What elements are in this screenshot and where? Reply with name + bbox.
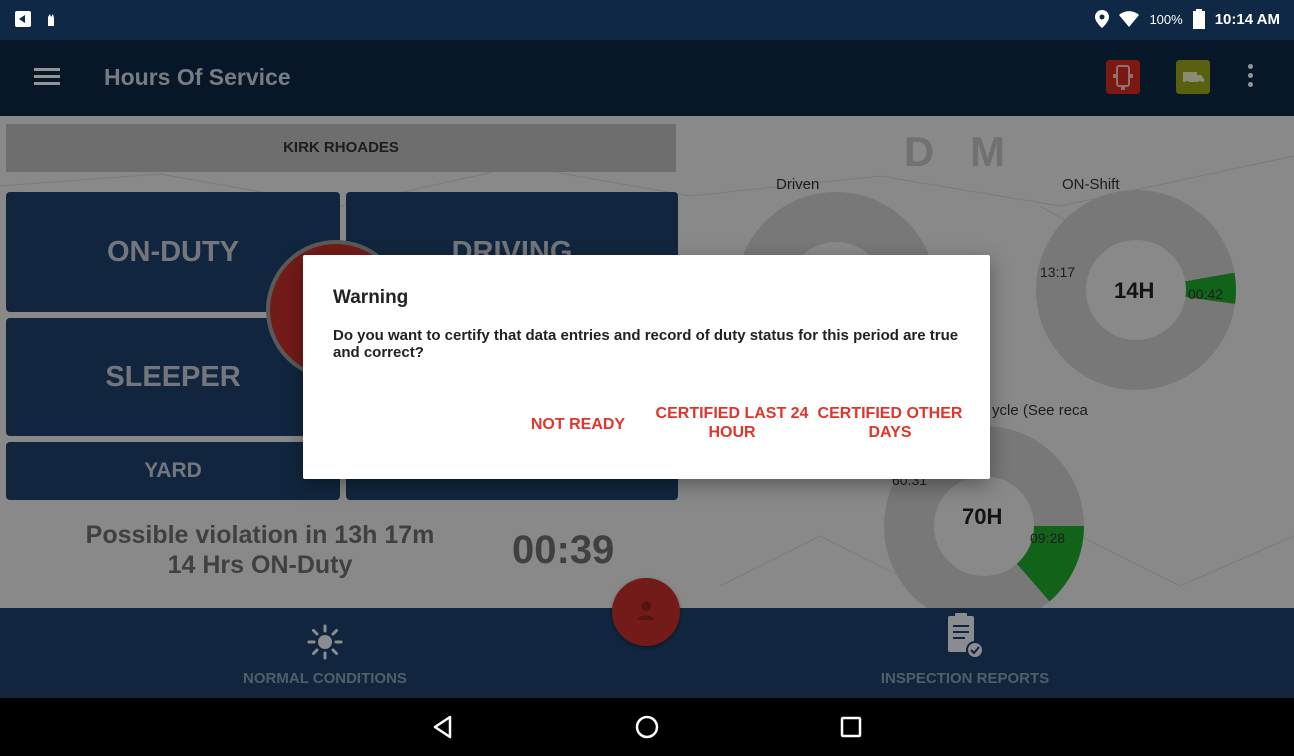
not-ready-button[interactable]: NOT READY (515, 415, 641, 434)
status-bar: 100% 10:14 AM (0, 0, 1294, 40)
dialog-message: Do you want to certify that data entries… (333, 327, 959, 361)
location-icon (1095, 10, 1110, 28)
dialog-title: Warning (333, 287, 409, 308)
certified-last-24-hour-button[interactable]: CERTIFIED LAST 24 HOUR (649, 404, 815, 442)
notification-app-icon (15, 11, 31, 27)
certified-other-days-button[interactable]: CERTIFIED OTHER DAYS (815, 404, 965, 442)
recents-icon[interactable] (836, 712, 866, 742)
battery-icon (1192, 9, 1205, 29)
clock: 10:14 AM (1214, 10, 1280, 28)
system-navigation-bar (0, 698, 1294, 756)
back-icon[interactable] (428, 712, 458, 742)
notification-hand-icon (48, 14, 54, 26)
battery-percent: 100% (1149, 11, 1183, 27)
home-icon[interactable] (632, 712, 662, 742)
certify-warning-dialog: Warning Do you want to certify that data… (303, 255, 990, 479)
wifi-icon (1119, 11, 1140, 27)
